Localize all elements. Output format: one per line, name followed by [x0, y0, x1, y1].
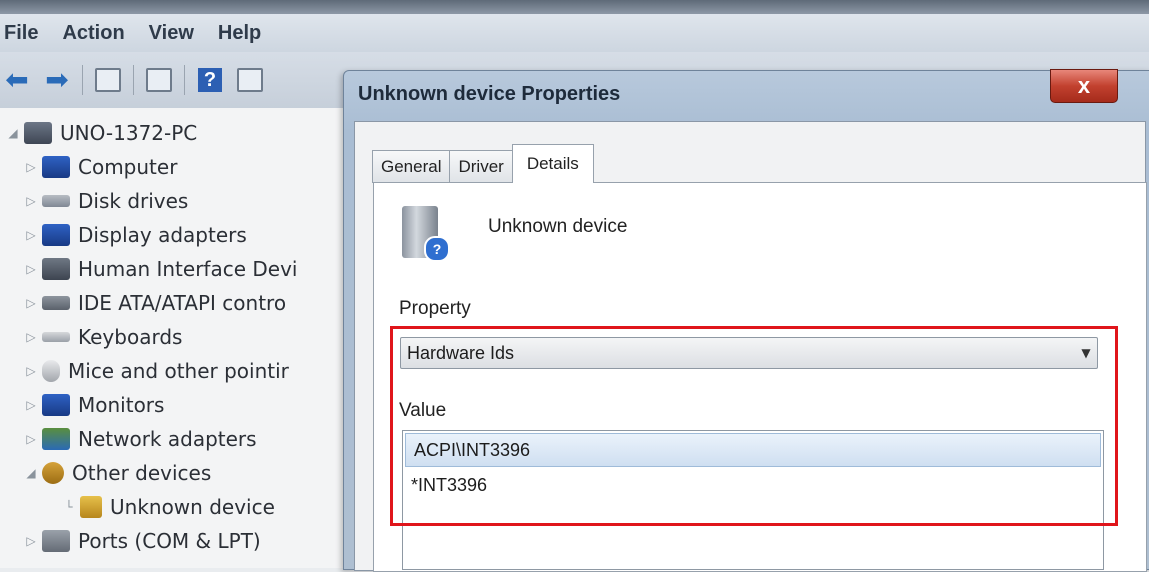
tab-driver[interactable]: Driver [449, 150, 513, 183]
expand-icon[interactable]: ▷ [24, 228, 38, 242]
tree-item-keyboards[interactable]: ▷ Keyboards [24, 320, 182, 354]
tree-item-label: Mice and other pointir [68, 359, 289, 383]
toolbar-separator [133, 65, 134, 95]
tree-item-mice[interactable]: ▷ Mice and other pointir [24, 354, 289, 388]
properties-icon [146, 68, 172, 92]
port-icon [42, 530, 70, 552]
display-icon [42, 224, 70, 246]
tree-item-label: Network adapters [78, 427, 257, 451]
menu-help[interactable]: Help [206, 22, 273, 45]
toolbar-separator [184, 65, 185, 95]
tree-item-disk-drives[interactable]: ▷ Disk drives [24, 184, 188, 218]
tree-icon [95, 68, 121, 92]
tree-item-label: IDE ATA/ATAPI contro [78, 291, 287, 315]
network-icon [42, 428, 70, 450]
expand-icon[interactable]: ▷ [24, 194, 38, 208]
tree-root[interactable]: ◢ UNO-1372-PC [6, 116, 197, 150]
red-annotation-box [390, 326, 1118, 526]
tree-item-label: Computer [78, 155, 178, 179]
tree-root-label: UNO-1372-PC [60, 121, 198, 145]
close-icon: x [1077, 73, 1091, 98]
toolbar-separator [82, 65, 83, 95]
help-button[interactable]: ? [195, 66, 225, 94]
tree-item-label: Display adapters [78, 223, 247, 247]
tab-general[interactable]: General [372, 150, 451, 183]
collapse-icon[interactable]: ◢ [24, 466, 38, 480]
device-name: Unknown device [488, 216, 628, 237]
mouse-icon [42, 360, 60, 382]
tree-item-monitors[interactable]: ▷ Monitors [24, 388, 164, 422]
expand-icon[interactable]: ▷ [24, 432, 38, 446]
forward-button[interactable]: ➡ [42, 66, 72, 94]
tree-item-label: Unknown device [110, 495, 275, 519]
expand-icon[interactable]: ▷ [24, 364, 38, 378]
expand-icon[interactable]: ▷ [24, 262, 38, 276]
tree-item-network-adapters[interactable]: ▷ Network adapters [24, 422, 257, 456]
tree-item-label: Human Interface Devi [78, 257, 298, 281]
property-label: Property [399, 298, 471, 319]
hid-icon [42, 258, 70, 280]
other-devices-icon [42, 462, 64, 484]
expand-icon[interactable]: ▷ [24, 330, 38, 344]
menu-file[interactable]: File [0, 22, 50, 45]
back-icon: ⬅ [5, 63, 29, 96]
keyboard-icon [42, 332, 70, 342]
tree-item-label: Keyboards [78, 325, 183, 349]
tree-connector-icon: └ [65, 500, 73, 514]
computer-icon [42, 156, 70, 178]
close-button[interactable]: x [1050, 69, 1118, 103]
title-strip [0, 0, 1149, 14]
menu-view[interactable]: View [137, 22, 206, 45]
show-hide-tree-button[interactable] [93, 66, 123, 94]
question-mark-icon: ? [424, 236, 450, 262]
properties-button[interactable] [144, 66, 174, 94]
menu-action[interactable]: Action [50, 22, 136, 45]
expand-icon[interactable]: ▷ [24, 160, 38, 174]
unknown-device-large-icon: ? [402, 206, 450, 262]
tree-item-label: Ports (COM & LPT) [78, 529, 261, 553]
dialog-title: Unknown device Properties [358, 83, 621, 105]
collapse-icon[interactable]: ◢ [6, 126, 20, 140]
help-icon: ? [198, 68, 222, 92]
tab-details[interactable]: Details [511, 144, 594, 183]
tree-item-other-devices[interactable]: ◢ Other devices [24, 456, 211, 490]
tab-strip: General Driver Details [372, 144, 594, 183]
back-button[interactable]: ⬅ [2, 66, 32, 94]
menubar: File Action View Help [0, 14, 1149, 52]
unknown-device-icon [80, 496, 102, 518]
tree-item-unknown-device[interactable]: └ Unknown device [62, 490, 275, 524]
view-button[interactable] [235, 66, 265, 94]
view-icon [237, 68, 263, 92]
monitor-icon [42, 394, 70, 416]
expand-icon[interactable]: ▷ [24, 296, 38, 310]
forward-icon: ➡ [45, 63, 69, 96]
disk-icon [42, 195, 70, 207]
tree-item-label: Other devices [72, 461, 212, 485]
tree-item-ide[interactable]: ▷ IDE ATA/ATAPI contro [24, 286, 286, 320]
expand-icon[interactable]: ▷ [24, 398, 38, 412]
tree-item-display-adapters[interactable]: ▷ Display adapters [24, 218, 247, 252]
tree-item-computer[interactable]: ▷ Computer [24, 150, 177, 184]
ide-icon [42, 296, 70, 310]
tree-item-hid[interactable]: ▷ Human Interface Devi [24, 252, 297, 286]
computer-root-icon [24, 122, 52, 144]
tree-item-label: Disk drives [78, 189, 189, 213]
tree-item-label: Monitors [78, 393, 165, 417]
device-tree: ◢ UNO-1372-PC ▷ Computer ▷ Disk drives ▷… [0, 108, 345, 568]
expand-icon[interactable]: ▷ [24, 534, 38, 548]
tree-item-ports[interactable]: ▷ Ports (COM & LPT) [24, 524, 261, 558]
